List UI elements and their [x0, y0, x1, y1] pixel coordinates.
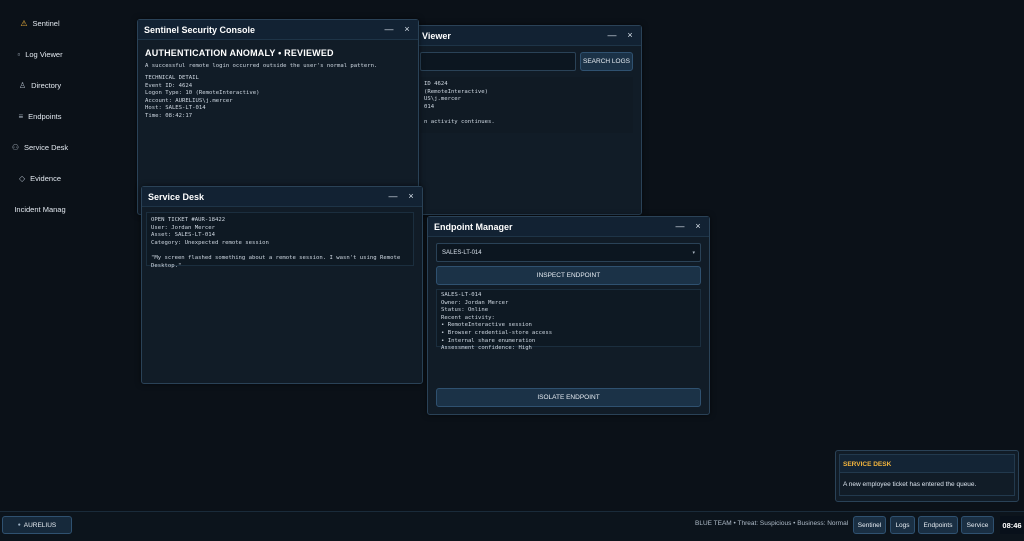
dot-icon: ● [17, 522, 21, 528]
chevron-down-icon: ▾ [692, 249, 695, 256]
endpoint-manager-window: Endpoint Manager — × SALES-LT-014 ▾ INSP… [427, 216, 710, 415]
desktop-icon-service-desk[interactable]: ⚇ Service Desk [0, 132, 80, 163]
alert-title: AUTHENTICATION ANOMALY • REVIEWED [145, 48, 334, 58]
taskbar-button-logs[interactable]: Logs [890, 516, 915, 534]
close-icon[interactable]: × [693, 222, 703, 231]
notification-message: A new employee ticket has entered the qu… [839, 473, 1015, 496]
desktop-icon-label: Evidence [30, 174, 61, 183]
window-title: Sentinel Security Console [144, 24, 256, 35]
window-titlebar[interactable]: Endpoint Manager — × [428, 217, 709, 237]
window-title: Endpoint Manager [434, 221, 513, 232]
diamond-icon: ◇ [18, 174, 26, 183]
status-text: BLUE TEAM • Threat: Suspicious • Busines… [695, 520, 849, 527]
window-title: Viewer [422, 30, 451, 41]
desktop-icon-label: Sentinel [32, 19, 60, 28]
desktop-icon-label: Incident Manag [14, 205, 66, 214]
desktop-icon-log-viewer[interactable]: ▫ Log Viewer [0, 39, 80, 70]
log-icon: ▫ [17, 50, 21, 59]
endpoint-select[interactable]: SALES-LT-014 ▾ [436, 243, 701, 262]
desktop-icon-label: Service Desk [23, 143, 69, 152]
service-desk-window: Service Desk — × OPEN TICKET #AUR-18422 … [141, 186, 423, 384]
notification-toast[interactable]: SERVICE DESK A new employee ticket has e… [835, 450, 1019, 502]
desktop-icon-endpoints[interactable]: ≡ Endpoints [0, 101, 80, 132]
close-icon[interactable]: × [625, 31, 635, 40]
log-viewer-window: Viewer — × SEARCH LOGS ID 4624 (RemoteIn… [415, 25, 642, 215]
alert-subtitle: A successful remote login occurred outsi… [145, 63, 378, 69]
log-output: ID 4624 (RemoteInteractive) US\j.mercer … [420, 77, 633, 133]
minimize-icon[interactable]: — [388, 192, 398, 201]
start-label: AURELIUS [23, 521, 57, 529]
desktop-icon-evidence[interactable]: ◇ Evidence [0, 163, 80, 194]
ticket-details: OPEN TICKET #AUR-18422 User: Jordan Merc… [146, 212, 414, 269]
window-titlebar[interactable]: Service Desk — × [142, 187, 422, 207]
start-button[interactable]: ● AURELIUS [2, 516, 72, 534]
desktop-icon-directory[interactable]: ♙ Directory [0, 70, 80, 101]
taskbar-button-endpoints[interactable]: Endpoints [918, 516, 958, 534]
inspect-endpoint-button[interactable]: INSPECT ENDPOINT [436, 266, 701, 285]
clock: 08:46 [1000, 516, 1024, 534]
minimize-icon[interactable]: — [675, 222, 685, 231]
notification-heading: SERVICE DESK [839, 454, 1015, 473]
search-logs-button[interactable]: SEARCH LOGS [580, 52, 633, 71]
desktop-icon-label: Log Viewer [25, 50, 63, 59]
minimize-icon[interactable]: — [384, 25, 394, 34]
log-search-input[interactable] [420, 52, 576, 71]
close-icon[interactable]: × [402, 25, 412, 34]
desktop-icon-sentinel[interactable]: ⚠ Sentinel [0, 8, 80, 39]
desktop-icon-label: Directory [31, 81, 62, 90]
person-icon: ♙ [18, 81, 27, 90]
server-icon: ≡ [18, 112, 24, 121]
users-icon: ⚇ [11, 143, 19, 152]
desktop-icons: ⚠ Sentinel ▫ Log Viewer ♙ Directory ≡ En… [0, 8, 80, 225]
isolate-endpoint-button[interactable]: ISOLATE ENDPOINT [436, 388, 701, 407]
taskbar-button-service[interactable]: Service [961, 516, 994, 534]
warning-icon: ⚠ [20, 19, 28, 28]
desktop-icon-incident-manager[interactable]: Incident Manag [0, 194, 80, 225]
selected-endpoint: SALES-LT-014 [442, 249, 482, 256]
endpoint-details: SALES-LT-014 Owner: Jordan Mercer Status… [436, 289, 701, 351]
taskbar: ● AURELIUS BLUE TEAM • Threat: Suspiciou… [0, 511, 1024, 541]
minimize-icon[interactable]: — [607, 31, 617, 40]
window-title: Service Desk [148, 191, 205, 202]
window-titlebar[interactable]: Viewer — × [416, 26, 641, 46]
taskbar-button-sentinel[interactable]: Sentinel [853, 516, 886, 534]
close-icon[interactable]: × [406, 192, 416, 201]
desktop-icon-label: Endpoints [28, 112, 62, 121]
technical-detail: TECHNICAL DETAIL Event ID: 4624 Logon Ty… [145, 75, 260, 119]
window-titlebar[interactable]: Sentinel Security Console — × [138, 20, 418, 40]
